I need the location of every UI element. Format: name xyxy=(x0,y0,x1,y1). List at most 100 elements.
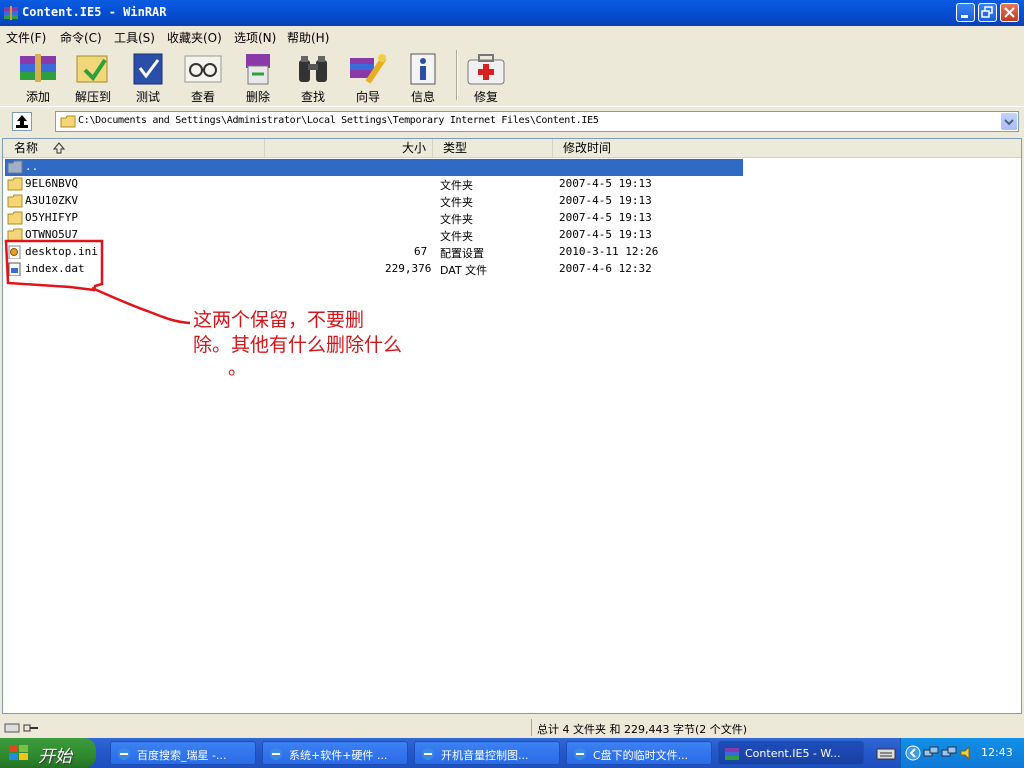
table-row[interactable]: A3U10ZKV 文件夹 2007-4-5 19:13 xyxy=(3,193,1021,210)
delete-label: 删除 xyxy=(245,90,270,104)
file-modified: 2007-4-5 19:13 xyxy=(559,211,652,224)
file-size: 67 xyxy=(414,245,428,258)
repair-first-aid-icon xyxy=(467,54,505,85)
add-button[interactable]: 添加 xyxy=(13,50,63,104)
volume-icon[interactable] xyxy=(959,745,975,761)
file-type: 配置设置 xyxy=(440,247,484,260)
wizard-label: 向导 xyxy=(355,90,380,104)
taskbar-item[interactable]: 百度搜索_瑞星 -... xyxy=(110,741,256,765)
network-icon[interactable] xyxy=(941,745,957,761)
view-label: 查看 xyxy=(190,90,215,104)
ie-icon xyxy=(574,748,586,760)
system-tray: 12:43 xyxy=(900,738,1024,768)
taskbar-item-label: C盘下的临时文件... xyxy=(593,749,689,762)
folder-icon xyxy=(7,211,23,225)
menu-commands[interactable]: 命令(C) xyxy=(60,29,102,46)
settings-file-icon xyxy=(8,245,21,259)
network-icon[interactable] xyxy=(923,745,939,761)
menu-bar: 文件(F) 命令(C) 工具(S) 收藏夹(O) 选项(N) 帮助(H) xyxy=(0,26,1024,46)
menu-file[interactable]: 文件(F) xyxy=(6,29,46,46)
file-name: .. xyxy=(25,160,39,173)
column-header-size[interactable]: 大小 xyxy=(265,139,433,157)
restore-icon xyxy=(981,6,993,18)
file-type: 文件夹 xyxy=(440,213,473,226)
path-dropdown-button[interactable] xyxy=(1001,113,1017,130)
column-modified-label: 修改时间 xyxy=(563,141,612,155)
folder-icon xyxy=(7,177,23,191)
file-modified: 2007-4-5 19:13 xyxy=(559,177,652,190)
taskbar-item[interactable]: C盘下的临时文件... xyxy=(566,741,712,765)
file-name: 9EL6NBVQ xyxy=(25,177,78,190)
keyboard-icon[interactable] xyxy=(876,747,896,761)
sort-ascending-icon xyxy=(53,142,65,154)
column-header-modified[interactable]: 修改时间 xyxy=(553,139,1021,157)
status-text: 总计 4 文件夹 和 229,443 字节(2 个文件) xyxy=(537,723,748,736)
file-name: desktop.ini xyxy=(25,245,98,258)
info-button[interactable]: 信息 xyxy=(398,50,448,104)
list-header: 名称 大小 类型 修改时间 xyxy=(3,139,1021,158)
window-title: Content.IE5 - WinRAR xyxy=(22,5,167,19)
chevron-left-icon[interactable] xyxy=(905,745,921,761)
file-modified: 2007-4-6 12:32 xyxy=(559,262,652,275)
column-header-name[interactable]: 名称 xyxy=(3,139,265,157)
windows-logo-icon xyxy=(9,745,28,760)
address-bar: C:\Documents and Settings\Administrator\… xyxy=(0,109,1024,135)
ie-icon xyxy=(270,748,282,760)
menu-help[interactable]: 帮助(H) xyxy=(287,29,329,46)
title-bar[interactable]: Content.IE5 - WinRAR xyxy=(0,0,1024,26)
file-type: 文件夹 xyxy=(440,179,473,192)
status-bar: 总计 4 文件夹 和 229,443 字节(2 个文件) xyxy=(0,717,1024,738)
table-row[interactable]: index.dat 229,376 DAT 文件 2007-4-6 12:32 xyxy=(3,261,1021,278)
wizard-button[interactable]: 向导 xyxy=(343,50,393,104)
taskbar-item-label: 系统+软件+硬件 ... xyxy=(289,749,388,762)
file-modified: 2007-4-5 19:13 xyxy=(559,194,652,207)
repair-label: 修复 xyxy=(473,90,498,104)
delete-button[interactable]: 删除 xyxy=(233,50,283,104)
start-button[interactable]: 开始 xyxy=(0,738,96,768)
close-button[interactable] xyxy=(1000,3,1019,22)
test-icon xyxy=(133,53,163,85)
taskbar-item[interactable]: 系统+软件+硬件 ... xyxy=(262,741,408,765)
status-divider xyxy=(531,719,532,736)
up-folder-button[interactable] xyxy=(12,112,32,131)
ie-icon xyxy=(118,748,130,760)
view-button[interactable]: 查看 xyxy=(178,50,228,104)
find-binoculars-icon xyxy=(299,56,327,82)
dat-file-icon xyxy=(8,262,21,276)
table-row[interactable]: 9EL6NBVQ 文件夹 2007-4-5 19:13 xyxy=(3,176,1021,193)
view-glasses-icon xyxy=(184,55,222,83)
column-name-label: 名称 xyxy=(14,141,39,155)
start-label: 开始 xyxy=(38,747,72,767)
menu-options[interactable]: 选项(N) xyxy=(234,29,276,46)
extract-to-label: 解压到 xyxy=(74,90,111,104)
taskbar-item-label: 开机音量控制图... xyxy=(441,749,529,762)
column-header-type[interactable]: 类型 xyxy=(433,139,553,157)
taskbar: 开始 百度搜索_瑞星 -... 系统+软件+硬件 ... 开机音量控制图... … xyxy=(0,738,1024,768)
test-button[interactable]: 测试 xyxy=(123,50,173,104)
table-row-parent[interactable]: .. xyxy=(3,159,1021,176)
minimize-button[interactable] xyxy=(956,3,975,22)
taskbar-item-active[interactable]: Content.IE5 - W... xyxy=(718,741,864,765)
up-arrow-icon xyxy=(16,115,28,128)
find-button[interactable]: 查找 xyxy=(288,50,338,104)
info-icon xyxy=(410,53,436,85)
add-archive-icon xyxy=(20,54,56,82)
annotation-text-line-2: 除。其他有什么删除什么 xyxy=(193,334,403,356)
column-size-label: 大小 xyxy=(401,141,426,155)
folder-icon xyxy=(7,228,23,242)
file-size: 229,376 xyxy=(385,262,432,275)
restore-button[interactable] xyxy=(978,3,997,22)
menu-favorites[interactable]: 收藏夹(O) xyxy=(167,29,222,46)
file-list[interactable]: 名称 大小 类型 修改时间 .. 9EL6NBVQ 文件夹 2007-4-5 1… xyxy=(2,138,1022,714)
taskbar-item[interactable]: 开机音量控制图... xyxy=(414,741,560,765)
table-row[interactable]: OTWNO5U7 文件夹 2007-4-5 19:13 xyxy=(3,227,1021,244)
column-type-label: 类型 xyxy=(443,141,468,155)
file-name: index.dat xyxy=(25,262,85,275)
path-combobox[interactable]: C:\Documents and Settings\Administrator\… xyxy=(55,111,1019,132)
selection-highlight xyxy=(5,159,743,176)
table-row[interactable]: desktop.ini 67 配置设置 2010-3-11 12:26 xyxy=(3,244,1021,261)
extract-to-button[interactable]: 解压到 xyxy=(68,50,118,104)
table-row[interactable]: O5YHIFYP 文件夹 2007-4-5 19:13 xyxy=(3,210,1021,227)
repair-button[interactable]: 修复 xyxy=(461,50,511,104)
menu-tools[interactable]: 工具(S) xyxy=(114,29,155,46)
